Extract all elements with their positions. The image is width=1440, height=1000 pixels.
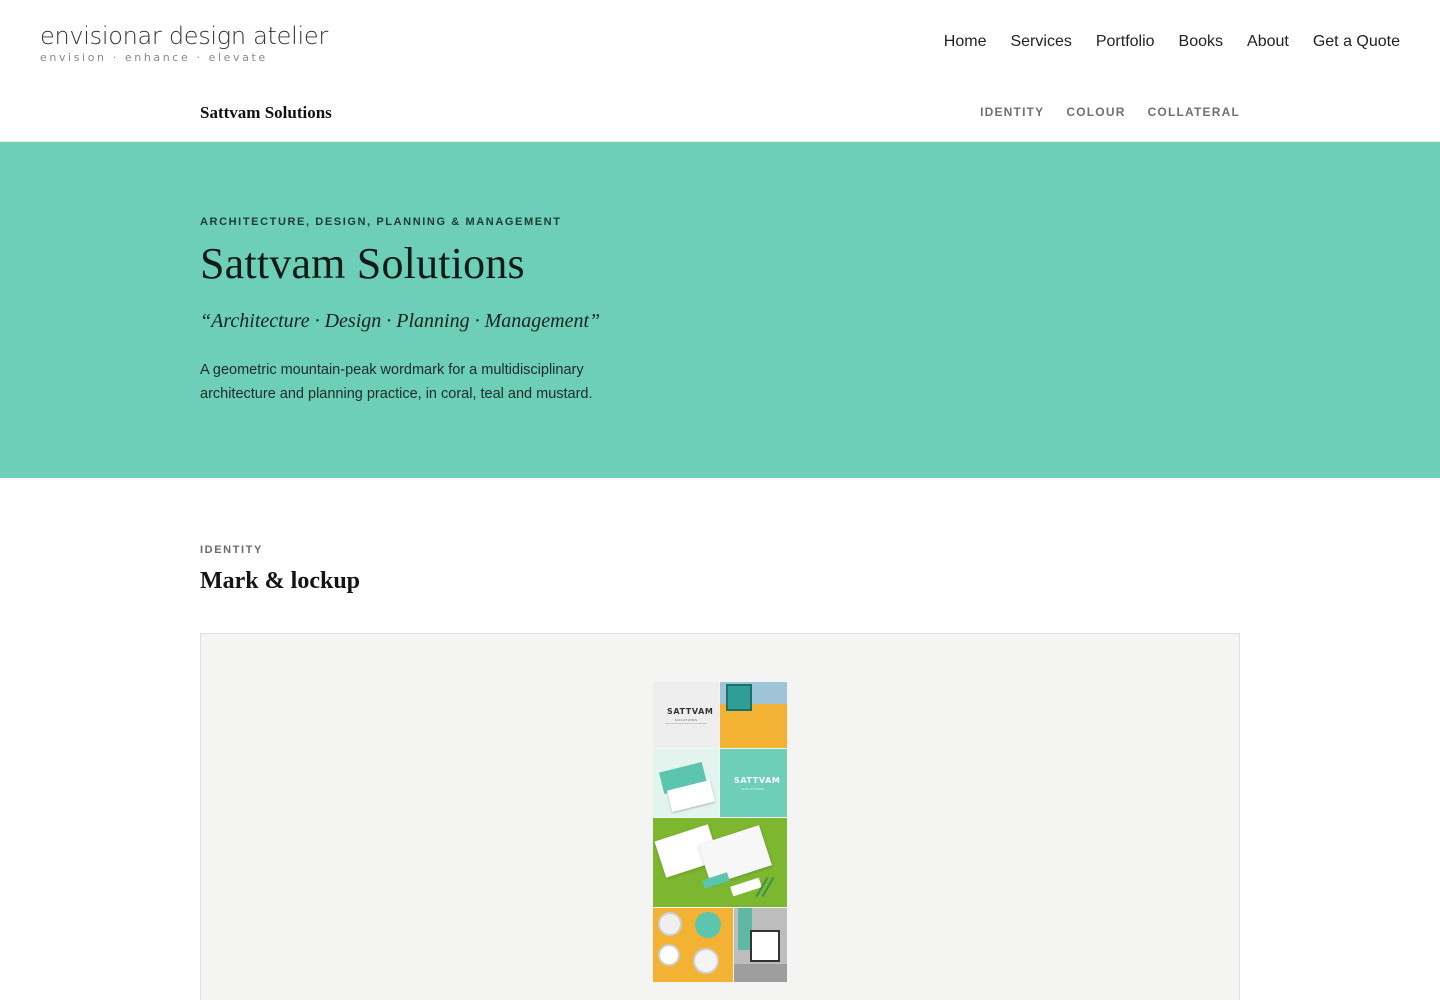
hero-quote: “Architecture · Design · Planning · Mana… [200,310,601,332]
nav-get-a-quote[interactable]: Get a Quote [1313,33,1400,51]
badge-3 [658,944,680,966]
nav-books[interactable]: Books [1179,33,1223,51]
nav-about[interactable]: About [1247,33,1289,51]
badge-2 [695,912,721,938]
nav-home[interactable]: Home [944,33,987,51]
subnav-identity[interactable]: IDENTITY [980,105,1044,119]
brand-collage-image[interactable]: SATTVAM SOLUTIONS SATTVAM SOLUTIONS [653,682,787,982]
nav-portfolio[interactable]: Portfolio [1096,33,1155,51]
sign-box [750,930,780,962]
teal-window [726,684,752,711]
hero-description: A geometric mountain-peak wordmark for a… [200,362,593,402]
badge-1 [658,912,682,936]
identity-title: Mark & lockup [200,568,361,594]
collage-tile-badges [653,908,733,982]
logo-tagline: envision · enhance · elevate [40,51,268,64]
collage-tile-window-photo [720,682,787,748]
project-hero: ARCHITECTURE, DESIGN, PLANNING & MANAGEM… [0,142,1440,478]
identity-image-frame: SATTVAM SOLUTIONS SATTVAM SOLUTIONS [200,633,1240,1000]
badge-4 [693,948,719,974]
collage-wordmark: SATTVAM [667,707,714,716]
logo-name: envisionar design atelier [40,22,328,50]
collage-wordmark-teal: SATTVAM [734,776,781,785]
hero-eyebrow: ARCHITECTURE, DESIGN, PLANNING & MANAGEM… [200,216,562,228]
collage-tile-business-cards [653,749,719,817]
subnav-collateral[interactable]: COLLATERAL [1148,105,1240,119]
teal-card [702,872,730,889]
collage-underline [665,723,707,724]
collage-wordmark-sub-teal: SOLUTIONS [742,787,765,791]
identity-eyebrow: IDENTITY [200,544,263,556]
hero-title: Sattvam Solutions [200,239,525,288]
ground [734,964,787,982]
project-subnav: IDENTITY COLOUR COLLATERAL [980,105,1240,119]
project-bar: Sattvam Solutions IDENTITY COLOUR COLLAT… [0,88,1440,142]
collage-tile-logo-teal: SATTVAM SOLUTIONS [720,749,787,817]
project-name[interactable]: Sattvam Solutions [200,103,332,123]
subnav-colour[interactable]: COLOUR [1066,105,1125,119]
site-header: envisionar design atelier envision · enh… [0,0,1440,88]
main-nav: Home Services Portfolio Books About Get … [944,33,1400,51]
nav-services[interactable]: Services [1010,33,1071,51]
site-logo[interactable]: envisionar design atelier envision · enh… [40,22,328,65]
collage-tile-logo-light: SATTVAM SOLUTIONS [653,682,719,748]
collage-wordmark-sub: SOLUTIONS [675,718,698,722]
collage-tile-stationery [653,818,787,907]
collage-tile-signage [734,908,787,982]
